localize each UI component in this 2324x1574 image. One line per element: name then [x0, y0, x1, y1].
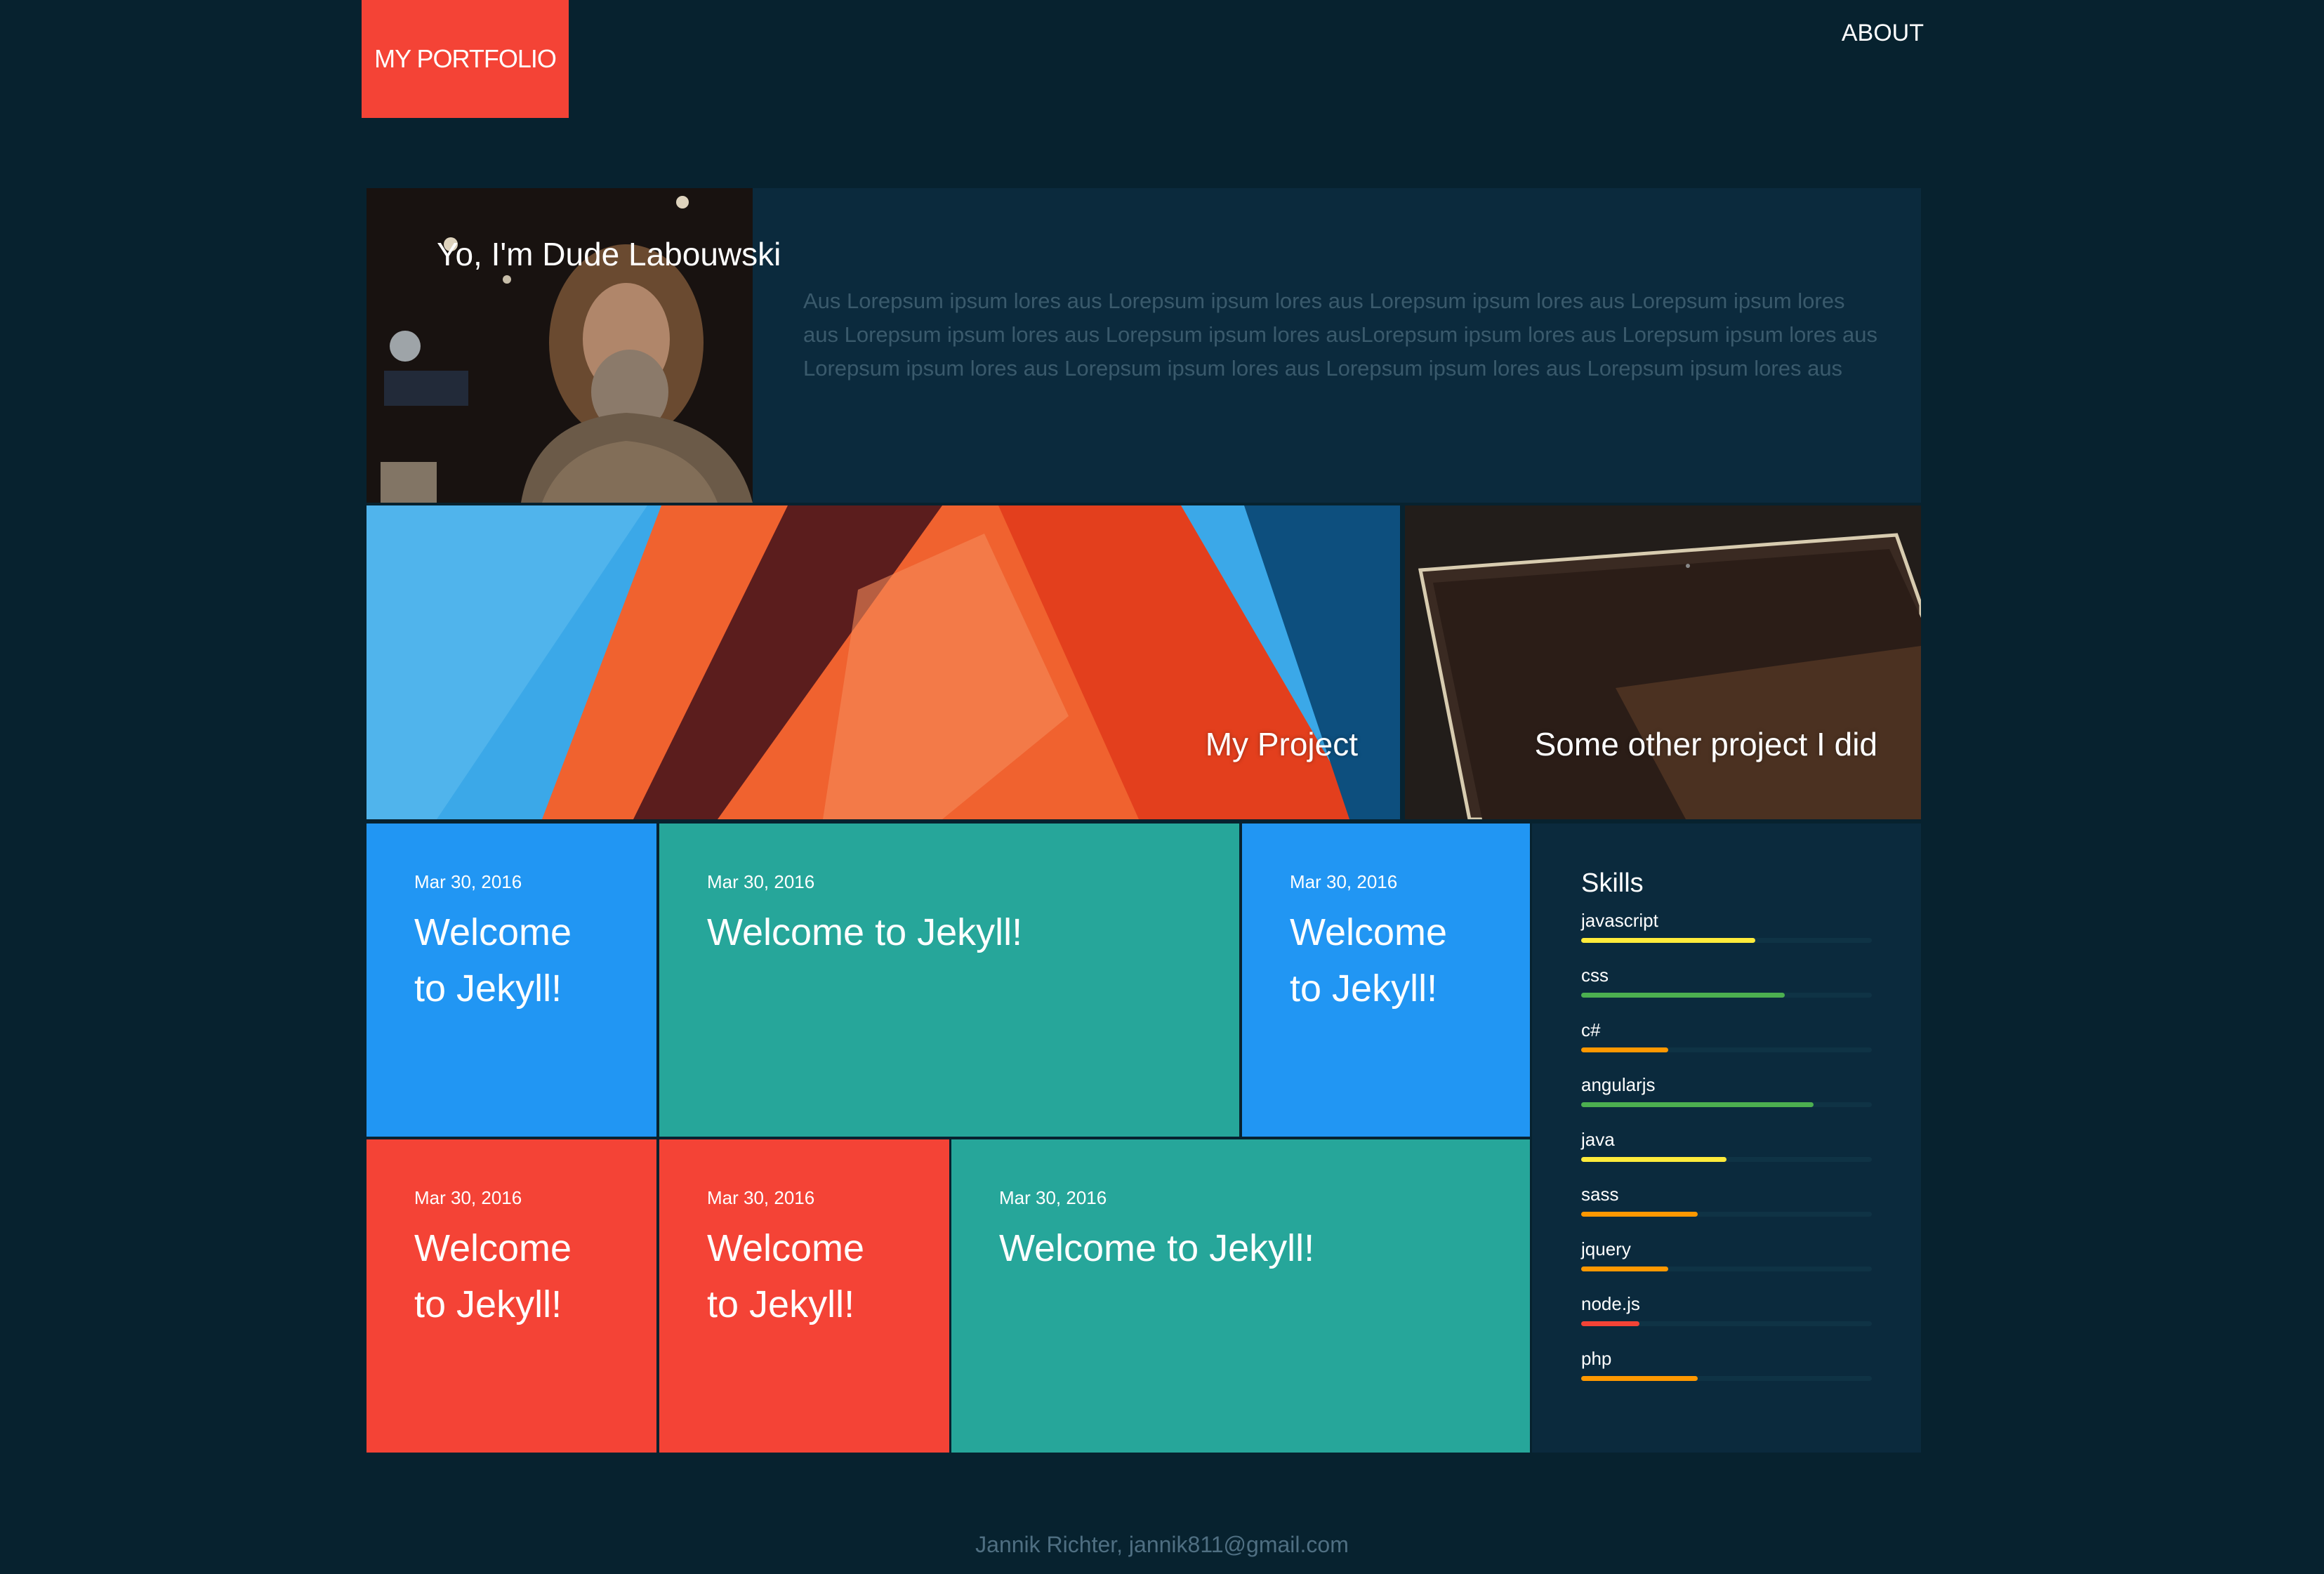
project-card-my-project[interactable]: My Project — [367, 505, 1400, 819]
project-image-building — [367, 505, 1400, 819]
skill-track — [1581, 1212, 1872, 1217]
site-logo-text: MY PORTFOLIO — [374, 44, 557, 73]
skill-name: php — [1581, 1348, 1612, 1369]
post-date: Mar 30, 2016 — [1290, 871, 1398, 892]
nav-about-link[interactable]: ABOUT — [1818, 20, 1924, 47]
skill-level-bar — [1581, 1102, 1814, 1107]
post-title: Welcome to Jekyll! — [707, 1227, 865, 1325]
skill-name: c# — [1581, 1019, 1601, 1040]
skill-level-bar — [1581, 1157, 1727, 1162]
post-title: Welcome to Jekyll! — [414, 1227, 572, 1325]
skill-item: java — [1581, 1129, 1872, 1184]
skill-level-bar — [1581, 1267, 1669, 1271]
skill-item: javascript — [1581, 910, 1872, 965]
skill-level-bar — [1581, 1047, 1669, 1052]
site-logo[interactable]: MY PORTFOLIO — [362, 0, 569, 118]
post-title: Welcome to Jekyll! — [999, 1227, 1315, 1269]
post-card[interactable]: Mar 30, 2016 Welcome to Jekyll! — [951, 1139, 1530, 1453]
skill-track — [1581, 1267, 1872, 1271]
footer-contact: Jannik Richter, jannik811@gmail.com — [975, 1532, 1349, 1557]
skill-level-bar — [1581, 993, 1785, 998]
skill-name: angularjs — [1581, 1074, 1656, 1095]
post-date: Mar 30, 2016 — [414, 871, 522, 892]
post-date: Mar 30, 2016 — [707, 871, 815, 892]
project-image-laptop — [1405, 505, 1921, 819]
skill-track — [1581, 993, 1872, 998]
skill-name: sass — [1581, 1184, 1619, 1205]
post-date: Mar 30, 2016 — [414, 1187, 522, 1208]
skill-level-bar — [1581, 938, 1756, 943]
project-label: Some other project I did — [1534, 726, 1877, 762]
post-title: Welcome to Jekyll! — [707, 911, 1023, 953]
skill-item: sass — [1581, 1184, 1872, 1238]
skill-item: c# — [1581, 1019, 1872, 1074]
profile-name: Yo, I'm Dude Labouwski — [437, 236, 781, 272]
skills-title: Skills — [1581, 868, 1644, 898]
project-card-other-project[interactable]: Some other project I did — [1405, 505, 1921, 819]
skill-level-bar — [1581, 1321, 1639, 1326]
skill-item: angularjs — [1581, 1074, 1872, 1129]
post-date: Mar 30, 2016 — [999, 1187, 1107, 1208]
skill-name: jquery — [1581, 1238, 1631, 1259]
profile-card: Yo, I'm Dude Labouwski Aus Lorepsum ipsu… — [367, 188, 1921, 503]
post-title: Welcome to Jekyll! — [1290, 911, 1448, 1010]
skill-item: node.js — [1581, 1293, 1872, 1348]
skill-level-bar — [1581, 1376, 1698, 1381]
skill-track — [1581, 1321, 1872, 1326]
project-label: My Project — [1205, 726, 1358, 762]
profile-bio: Aus Lorepsum ipsum lores aus Lorepsum ip… — [803, 289, 1878, 381]
skill-name: css — [1581, 965, 1609, 986]
skill-item: jquery — [1581, 1238, 1872, 1293]
skill-item: php — [1581, 1348, 1872, 1403]
skill-track — [1581, 1376, 1872, 1381]
skills-list: javascript css c# angularjs java sass jquery no… — [1581, 910, 1872, 1403]
post-card[interactable]: Mar 30, 2016 Welcome to Jekyll! — [659, 824, 1239, 1137]
skill-name: java — [1581, 1129, 1615, 1150]
post-card[interactable]: Mar 30, 2016 Welcome to Jekyll! — [659, 1139, 949, 1453]
post-date: Mar 30, 2016 — [707, 1187, 815, 1208]
post-card[interactable]: Mar 30, 2016 Welcome to Jekyll! — [367, 824, 656, 1137]
skills-panel: Skills javascript css c# angularjs java sass j… — [1532, 824, 1921, 1453]
skill-name: javascript — [1581, 910, 1658, 931]
skill-level-bar — [1581, 1212, 1698, 1217]
skill-name: node.js — [1581, 1293, 1640, 1314]
skill-item: css — [1581, 965, 1872, 1019]
skill-track — [1581, 1157, 1872, 1162]
post-card[interactable]: Mar 30, 2016 Welcome to Jekyll! — [367, 1139, 656, 1453]
post-title: Welcome to Jekyll! — [414, 911, 572, 1010]
skill-track — [1581, 1102, 1872, 1107]
skill-track — [1581, 1047, 1872, 1052]
post-card[interactable]: Mar 30, 2016 Welcome to Jekyll! — [1242, 824, 1530, 1137]
skill-track — [1581, 938, 1872, 943]
